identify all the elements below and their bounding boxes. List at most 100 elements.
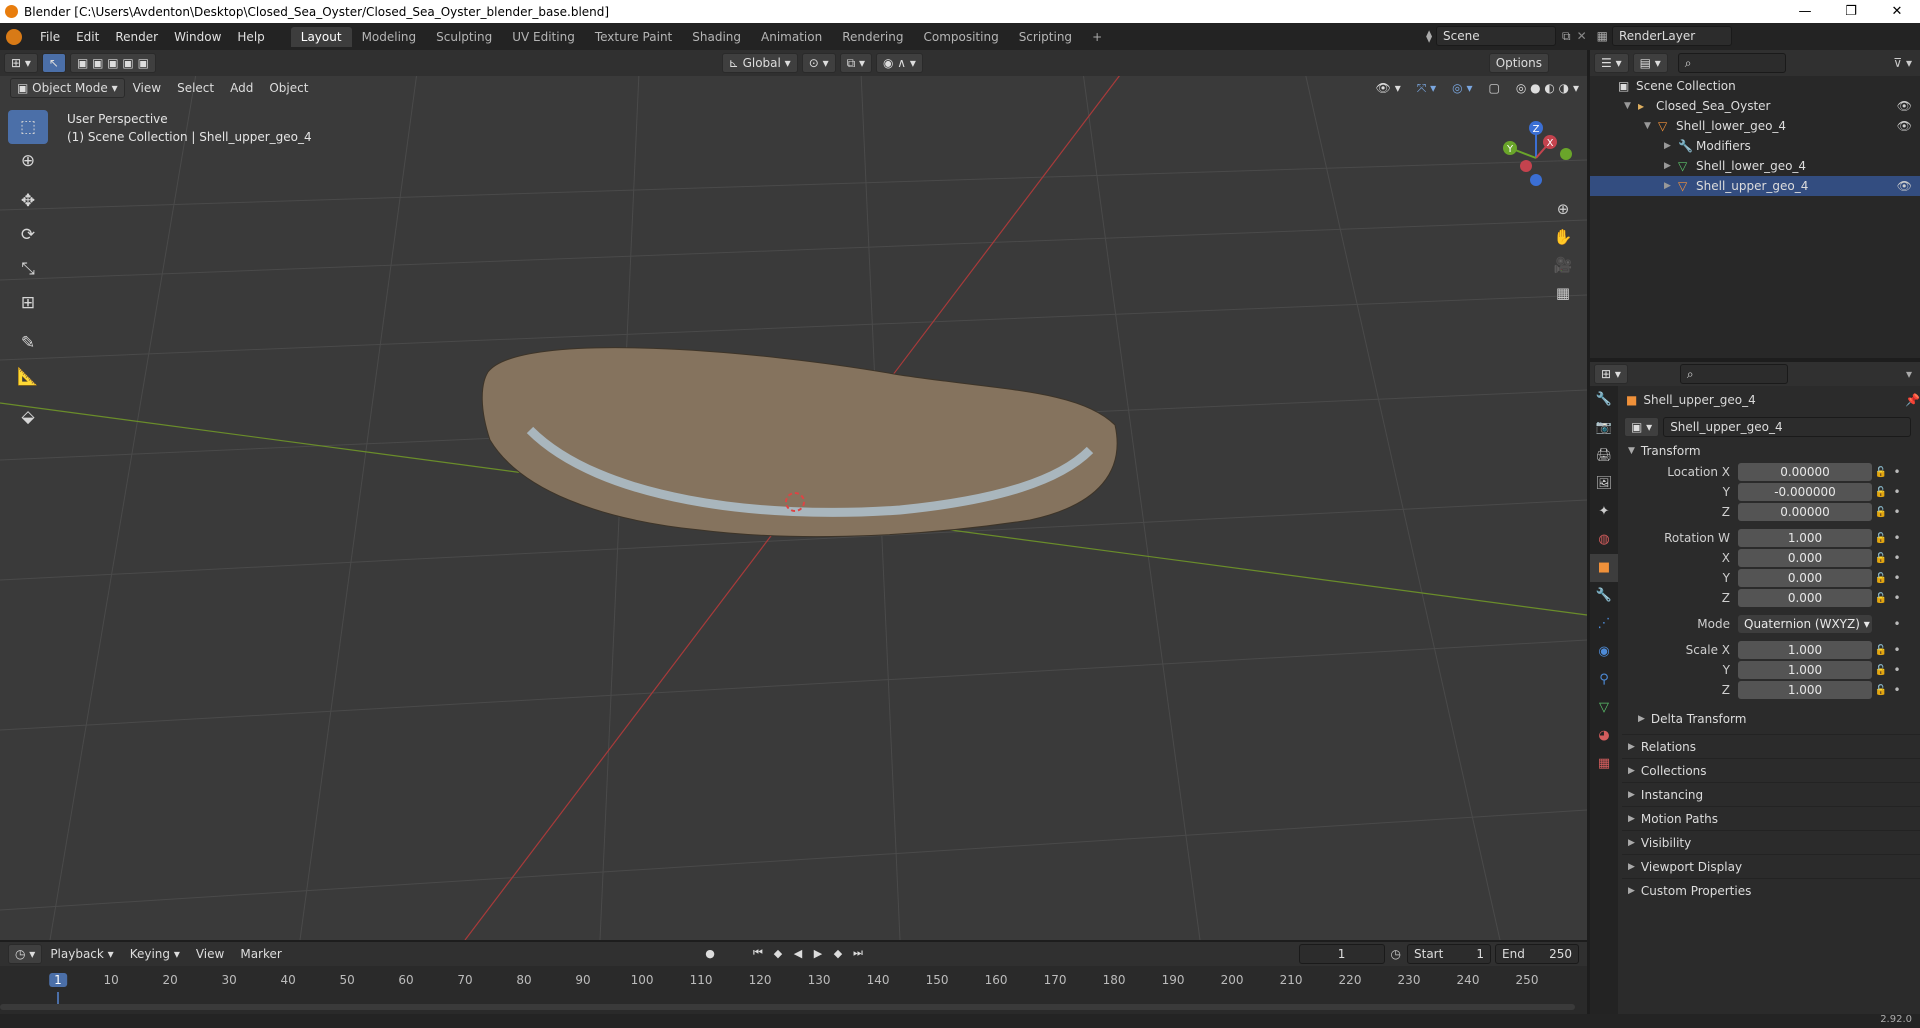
pan-hand-icon[interactable]: ✋ xyxy=(1549,223,1577,251)
record-icon[interactable]: ● xyxy=(700,947,720,960)
expand-arrow-icon[interactable]: ▼ xyxy=(1644,121,1658,131)
display-mode-button[interactable]: ▤ ▾ xyxy=(1632,53,1668,73)
scale-z-field[interactable]: 1.000 xyxy=(1738,681,1872,699)
scene-tab-icon[interactable]: ✦ xyxy=(1590,498,1618,526)
lock-icon[interactable]: 🔓 xyxy=(1872,533,1890,544)
pin-icon[interactable]: 📌 xyxy=(1905,393,1920,407)
minimize-button[interactable]: — xyxy=(1782,0,1828,23)
lock-icon[interactable]: 🔓 xyxy=(1872,593,1890,604)
data-tab-icon[interactable]: ▽ xyxy=(1590,694,1618,722)
start-frame-field[interactable]: Start 1 xyxy=(1407,944,1491,964)
add-menu[interactable]: Add xyxy=(222,81,261,95)
current-frame-field[interactable]: 1 xyxy=(1298,944,1385,964)
lock-icon[interactable]: 🔓 xyxy=(1872,685,1890,696)
outliner-item-label[interactable]: Shell_upper_geo_4 xyxy=(1696,179,1808,193)
location-y-field[interactable]: -0.000000 xyxy=(1738,483,1872,501)
outliner-search-input[interactable]: ⌕ xyxy=(1677,53,1786,73)
keyframe-dot-icon[interactable]: • xyxy=(1890,465,1904,479)
keyframe-dot-icon[interactable]: • xyxy=(1890,663,1904,677)
keyframe-dot-icon[interactable]: • xyxy=(1890,531,1904,545)
tab-animation[interactable]: Animation xyxy=(751,27,832,47)
location-x-field[interactable]: 0.00000 xyxy=(1738,463,1872,481)
view-layer-field[interactable]: RenderLayer xyxy=(1612,26,1732,46)
instancing-panel[interactable]: ▶ Instancing xyxy=(1622,782,1920,806)
lock-icon[interactable]: 🔓 xyxy=(1872,665,1890,676)
expand-arrow-icon[interactable]: ▶ xyxy=(1664,141,1678,151)
visibility-eye-icon[interactable]: 👁 xyxy=(1897,99,1912,113)
keying-menu[interactable]: Keying ▾ xyxy=(122,947,188,961)
modifier-tab-icon[interactable]: 🔧 xyxy=(1590,582,1618,610)
motion-paths-panel[interactable]: ▶ Motion Paths xyxy=(1622,806,1920,830)
menu-help[interactable]: Help xyxy=(229,30,272,44)
jump-end-icon[interactable]: ⏭ xyxy=(848,946,868,960)
preview-range-icon[interactable]: ◷ xyxy=(1391,947,1401,961)
properties-editor-type-button[interactable]: ⊞ ▾ xyxy=(1594,364,1628,384)
visibility-panel[interactable]: ▶ Visibility xyxy=(1622,830,1920,854)
keyframe-dot-icon[interactable]: • xyxy=(1890,591,1904,605)
select-tool-icon[interactable]: ↖ xyxy=(41,53,66,73)
lock-icon[interactable]: 🔓 xyxy=(1872,645,1890,656)
menu-render[interactable]: Render xyxy=(107,30,166,44)
rotation-x-field[interactable]: 0.000 xyxy=(1738,549,1872,567)
end-frame-field[interactable]: End 250 xyxy=(1495,944,1579,964)
delta-transform-subpanel[interactable]: ▶ Delta Transform xyxy=(1622,704,1920,734)
transform-tool-icon[interactable]: ⊞ xyxy=(8,286,48,320)
move-tool-icon[interactable]: ✥ xyxy=(8,184,48,218)
visibility-eye-icon[interactable]: 👁 xyxy=(1897,179,1912,193)
rotate-tool-icon[interactable]: ⟳ xyxy=(8,218,48,252)
keyframe-dot-icon[interactable]: • xyxy=(1890,571,1904,585)
lock-icon[interactable]: 🔓 xyxy=(1872,507,1890,518)
visibility-icon[interactable]: 👁 ▾ xyxy=(1368,81,1409,95)
keyframe-dot-icon[interactable]: • xyxy=(1890,643,1904,657)
cursor-tool-icon[interactable]: ⊕ xyxy=(8,144,48,178)
lock-icon[interactable]: 🔓 xyxy=(1872,553,1890,564)
output-tab-icon[interactable]: 🖨 xyxy=(1590,442,1618,470)
menu-window[interactable]: Window xyxy=(166,30,229,44)
tab-modeling[interactable]: Modeling xyxy=(352,27,427,47)
outliner-item-label[interactable]: Closed_Sea_Oyster xyxy=(1656,99,1770,113)
outliner-item-label[interactable]: Scene Collection xyxy=(1636,79,1736,93)
scale-x-field[interactable]: 1.000 xyxy=(1738,641,1872,659)
scale-tool-icon[interactable]: ⤡ xyxy=(8,252,48,286)
outliner-editor-type-button[interactable]: ☰ ▾ xyxy=(1594,53,1629,73)
measure-tool-icon[interactable]: 📐 xyxy=(8,360,48,394)
custom-properties-panel[interactable]: ▶ Custom Properties xyxy=(1622,878,1920,902)
play-icon[interactable]: ▶ xyxy=(808,947,828,960)
gizmo-toggle-icon[interactable]: ⤧ ▾ xyxy=(1409,81,1444,96)
tab-scripting[interactable]: Scripting xyxy=(1009,27,1082,47)
jump-start-icon[interactable]: ⏮ xyxy=(748,946,768,960)
properties-options-icon[interactable]: ▾ xyxy=(1906,367,1912,381)
object-name-field[interactable]: Shell_upper_geo_4 xyxy=(1663,417,1912,437)
close-button[interactable]: ✕ xyxy=(1874,0,1920,23)
location-z-field[interactable]: 0.00000 xyxy=(1738,503,1872,521)
orientation-dropdown[interactable]: ⊾ Global ▾ xyxy=(721,53,798,73)
tab-uv-editing[interactable]: UV Editing xyxy=(502,27,585,47)
tab-sculpting[interactable]: Sculpting xyxy=(426,27,502,47)
keyframe-dot-icon[interactable]: • xyxy=(1890,551,1904,565)
overlay-toggle-icon[interactable]: ◎ ▾ xyxy=(1444,81,1480,95)
rotation-w-field[interactable]: 1.000 xyxy=(1738,529,1872,547)
tab-layout[interactable]: Layout xyxy=(290,26,352,47)
view-layer-tab-icon[interactable]: 🖼 xyxy=(1590,470,1618,498)
outliner-row[interactable]: ▶ ▽ Shell_upper_geo_4 👁 xyxy=(1590,176,1920,196)
viewport-display-panel[interactable]: ▶ Viewport Display xyxy=(1622,854,1920,878)
pivot-icon[interactable]: ⊙ ▾ xyxy=(801,53,836,73)
transform-panel-header[interactable]: ▼ Transform xyxy=(1622,440,1920,462)
add-cube-tool-icon[interactable]: ⬙ xyxy=(8,400,48,434)
scale-y-field[interactable]: 1.000 xyxy=(1738,661,1872,679)
outliner-item-label[interactable]: Modifiers xyxy=(1696,139,1751,153)
rotation-mode-dropdown[interactable]: Quaternion (WXYZ) ▾ xyxy=(1738,615,1872,633)
prev-keyframe-icon[interactable]: ◆ xyxy=(768,947,788,960)
texture-tab-icon[interactable]: ▦ xyxy=(1590,750,1618,778)
outliner-item-label[interactable]: Shell_lower_geo_4 xyxy=(1676,119,1786,133)
expand-arrow-icon[interactable]: ▶ xyxy=(1664,161,1678,171)
selection-mode-icons[interactable]: ▣ ▣ ▣ ▣ ▣ xyxy=(69,53,156,73)
rotation-z-field[interactable]: 0.000 xyxy=(1738,589,1872,607)
select-menu[interactable]: Select xyxy=(169,81,222,95)
tab-compositing[interactable]: Compositing xyxy=(913,27,1008,47)
rotation-y-field[interactable]: 0.000 xyxy=(1738,569,1872,587)
select-box-icon[interactable]: ⬚ xyxy=(8,110,48,144)
tab-shading[interactable]: Shading xyxy=(682,27,751,47)
ortho-grid-icon[interactable]: ▦ xyxy=(1549,279,1577,307)
material-tab-icon[interactable]: ◕ xyxy=(1590,722,1618,750)
